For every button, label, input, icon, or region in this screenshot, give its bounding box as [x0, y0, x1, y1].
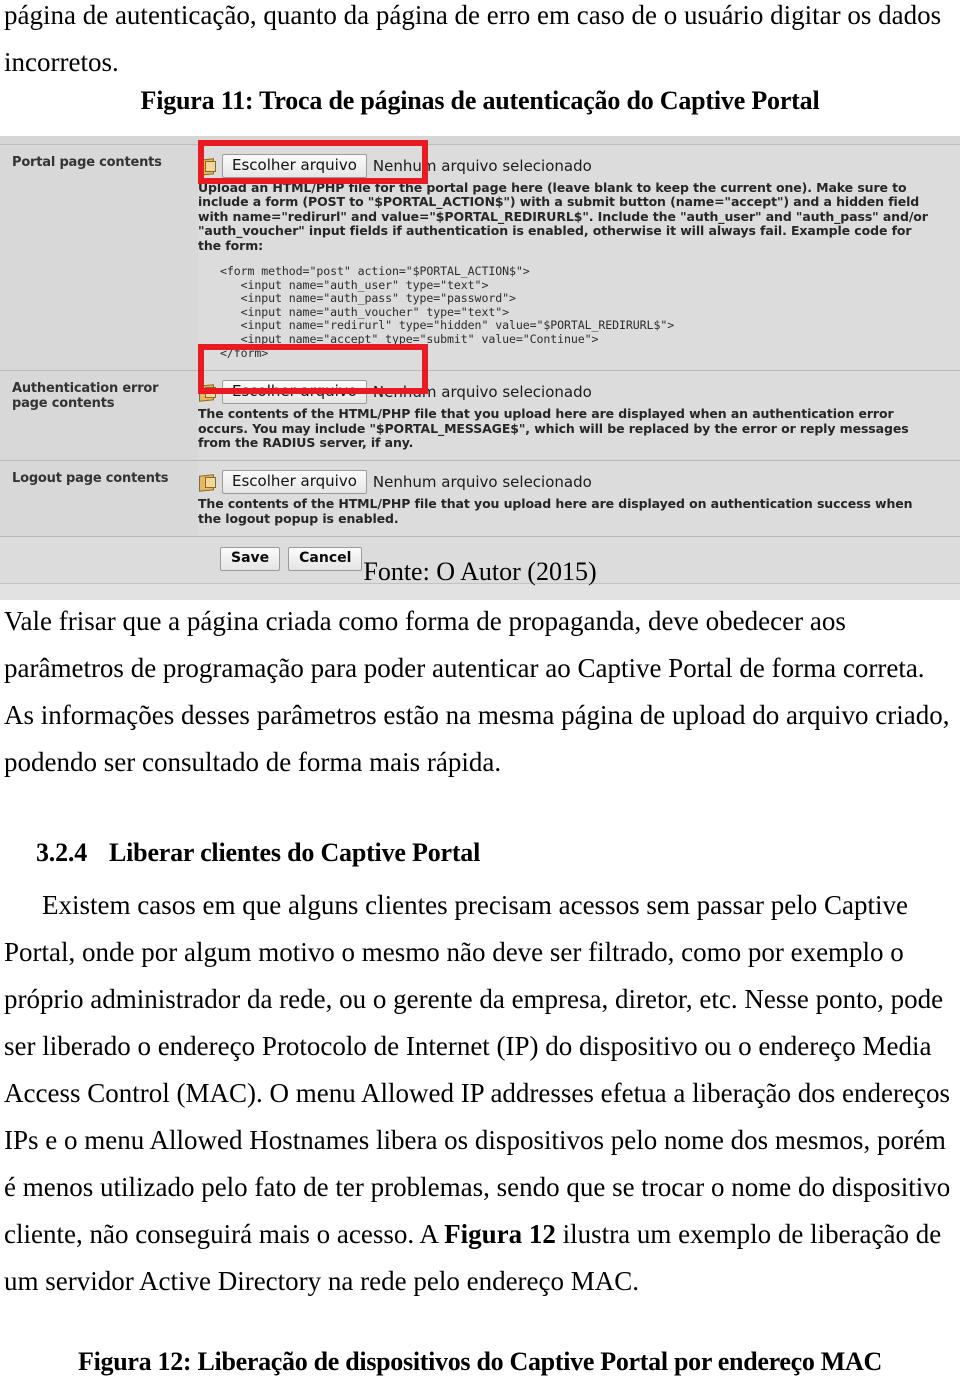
figure11-title-wrap: Figura 11: Troca de páginas de autentica… — [0, 86, 960, 116]
section-body-line-7: é menos utilizado pelo fato de ter probl… — [4, 1172, 951, 1202]
auth-error-page-content: Escolher arquivo Nenhum arquivo selecion… — [198, 371, 960, 461]
figure11-source: Fonte: O Autor (2015) — [363, 557, 597, 586]
section-body-line-2: Portal, onde por algum motivo o mesmo nã… — [4, 937, 904, 967]
auth-error-page-label: Authentication error page contents — [0, 371, 198, 461]
section-body-line-9: um servidor Active Directory na rede pel… — [4, 1266, 640, 1296]
logout-help-text: The contents of the HTML/PHP file that y… — [198, 496, 913, 526]
portal-page-contents-row: Portal page contents Escolher arquivo Ne… — [0, 145, 960, 372]
section-body-line-1: Existem casos em que alguns clientes pre… — [42, 890, 909, 920]
auth-error-upload-line: Escolher arquivo Nenhum arquivo selecion… — [198, 379, 946, 405]
portal-page-help-text: Upload an HTML/PHP file for the portal p… — [198, 180, 928, 253]
auth-error-help-text: The contents of the HTML/PHP file that y… — [198, 406, 909, 450]
logout-choose-file-button[interactable]: Escolher arquivo — [222, 470, 367, 495]
figure12-caption: Figura 12: Liberação de dispositivos do … — [78, 1347, 882, 1376]
file-upload-icon — [198, 158, 216, 176]
auth-error-choose-file-button[interactable]: Escolher arquivo — [222, 380, 367, 405]
auth-error-page-row: Authentication error page contents Escol… — [0, 371, 960, 462]
portal-page-contents-content: Escolher arquivo Nenhum arquivo selecion… — [198, 145, 960, 371]
portal-page-contents-label: Portal page contents — [0, 145, 198, 371]
logout-file-status: Nenhum arquivo selecionado — [372, 473, 592, 492]
portal-page-upload-line: Escolher arquivo Nenhum arquivo selecion… — [198, 153, 946, 179]
figure11-screenshot: Portal page contents Escolher arquivo Ne… — [0, 136, 960, 601]
file-upload-icon — [198, 384, 216, 402]
paragraph-after-figure: Vale frisar que a página criada como for… — [4, 598, 956, 786]
section-body-line-6: IPs e o menu Allowed Hostnames libera os… — [4, 1125, 946, 1155]
portal-page-choose-file-button[interactable]: Escolher arquivo — [222, 154, 367, 178]
top-paragraph-line-1: página de autenticação, quanto da página… — [4, 0, 942, 30]
figure-top-divider — [0, 136, 960, 145]
after-figure-line-1: Vale frisar que a página criada como for… — [4, 606, 846, 636]
section-last-text-a: cliente, não conseguirá mais o acesso. A — [4, 1219, 445, 1249]
figura-12-reference: Figura 12 — [444, 1219, 556, 1249]
logout-upload-line: Escolher arquivo Nenhum arquivo selecion… — [198, 469, 946, 495]
after-figure-line-2: parâmetros de programação para poder aut… — [4, 653, 925, 683]
section-body-paragraph: Existem casos em que alguns clientes pre… — [4, 882, 956, 1305]
logout-page-row: Logout page contents Escolher arquivo Ne… — [0, 461, 960, 538]
after-figure-line-3: As informações desses parâmetros estão n… — [4, 700, 950, 730]
section-heading-wrap: 3.2.4 Liberar clientes do Captive Portal — [36, 838, 960, 868]
figure11-source-wrap: Fonte: O Autor (2015) — [0, 557, 960, 587]
figure11-title: Figura 11: Troca de páginas de autentica… — [140, 86, 820, 115]
top-paragraph: página de autenticação, quanto da página… — [4, 0, 956, 86]
top-paragraph-line-2: incorretos. — [4, 47, 119, 77]
after-figure-line-4: podendo ser consultado de forma mais ráp… — [4, 747, 502, 777]
logout-page-content: Escolher arquivo Nenhum arquivo selecion… — [198, 461, 960, 537]
section-body-line-4: ser liberado o endereço Protocolo de Int… — [4, 1031, 932, 1061]
section-heading: 3.2.4 Liberar clientes do Captive Portal — [36, 838, 960, 868]
section-body-line-3: próprio administrador da rede, ou o gere… — [4, 984, 944, 1014]
section-last-text-b: ilustra um exemplo de liberação de — [555, 1219, 942, 1249]
section-body-line-8: cliente, não conseguirá mais o acesso. A… — [4, 1211, 956, 1258]
logout-page-label: Logout page contents — [0, 461, 198, 537]
portal-page-file-status: Nenhum arquivo selecionado — [372, 157, 592, 175]
file-upload-icon — [198, 474, 216, 493]
section-number: 3.2.4 — [36, 838, 88, 867]
figure12-caption-wrap: Figura 12: Liberação de dispositivos do … — [0, 1347, 960, 1377]
section-title: Liberar clientes do Captive Portal — [109, 838, 481, 867]
document-page: página de autenticação, quanto da página… — [0, 0, 960, 1384]
auth-error-file-status: Nenhum arquivo selecionado — [372, 383, 592, 402]
portal-page-example-code: <form method="post" action="$PORTAL_ACTI… — [220, 264, 675, 360]
section-body-line-5: Access Control (MAC). O menu Allowed IP … — [4, 1078, 950, 1108]
